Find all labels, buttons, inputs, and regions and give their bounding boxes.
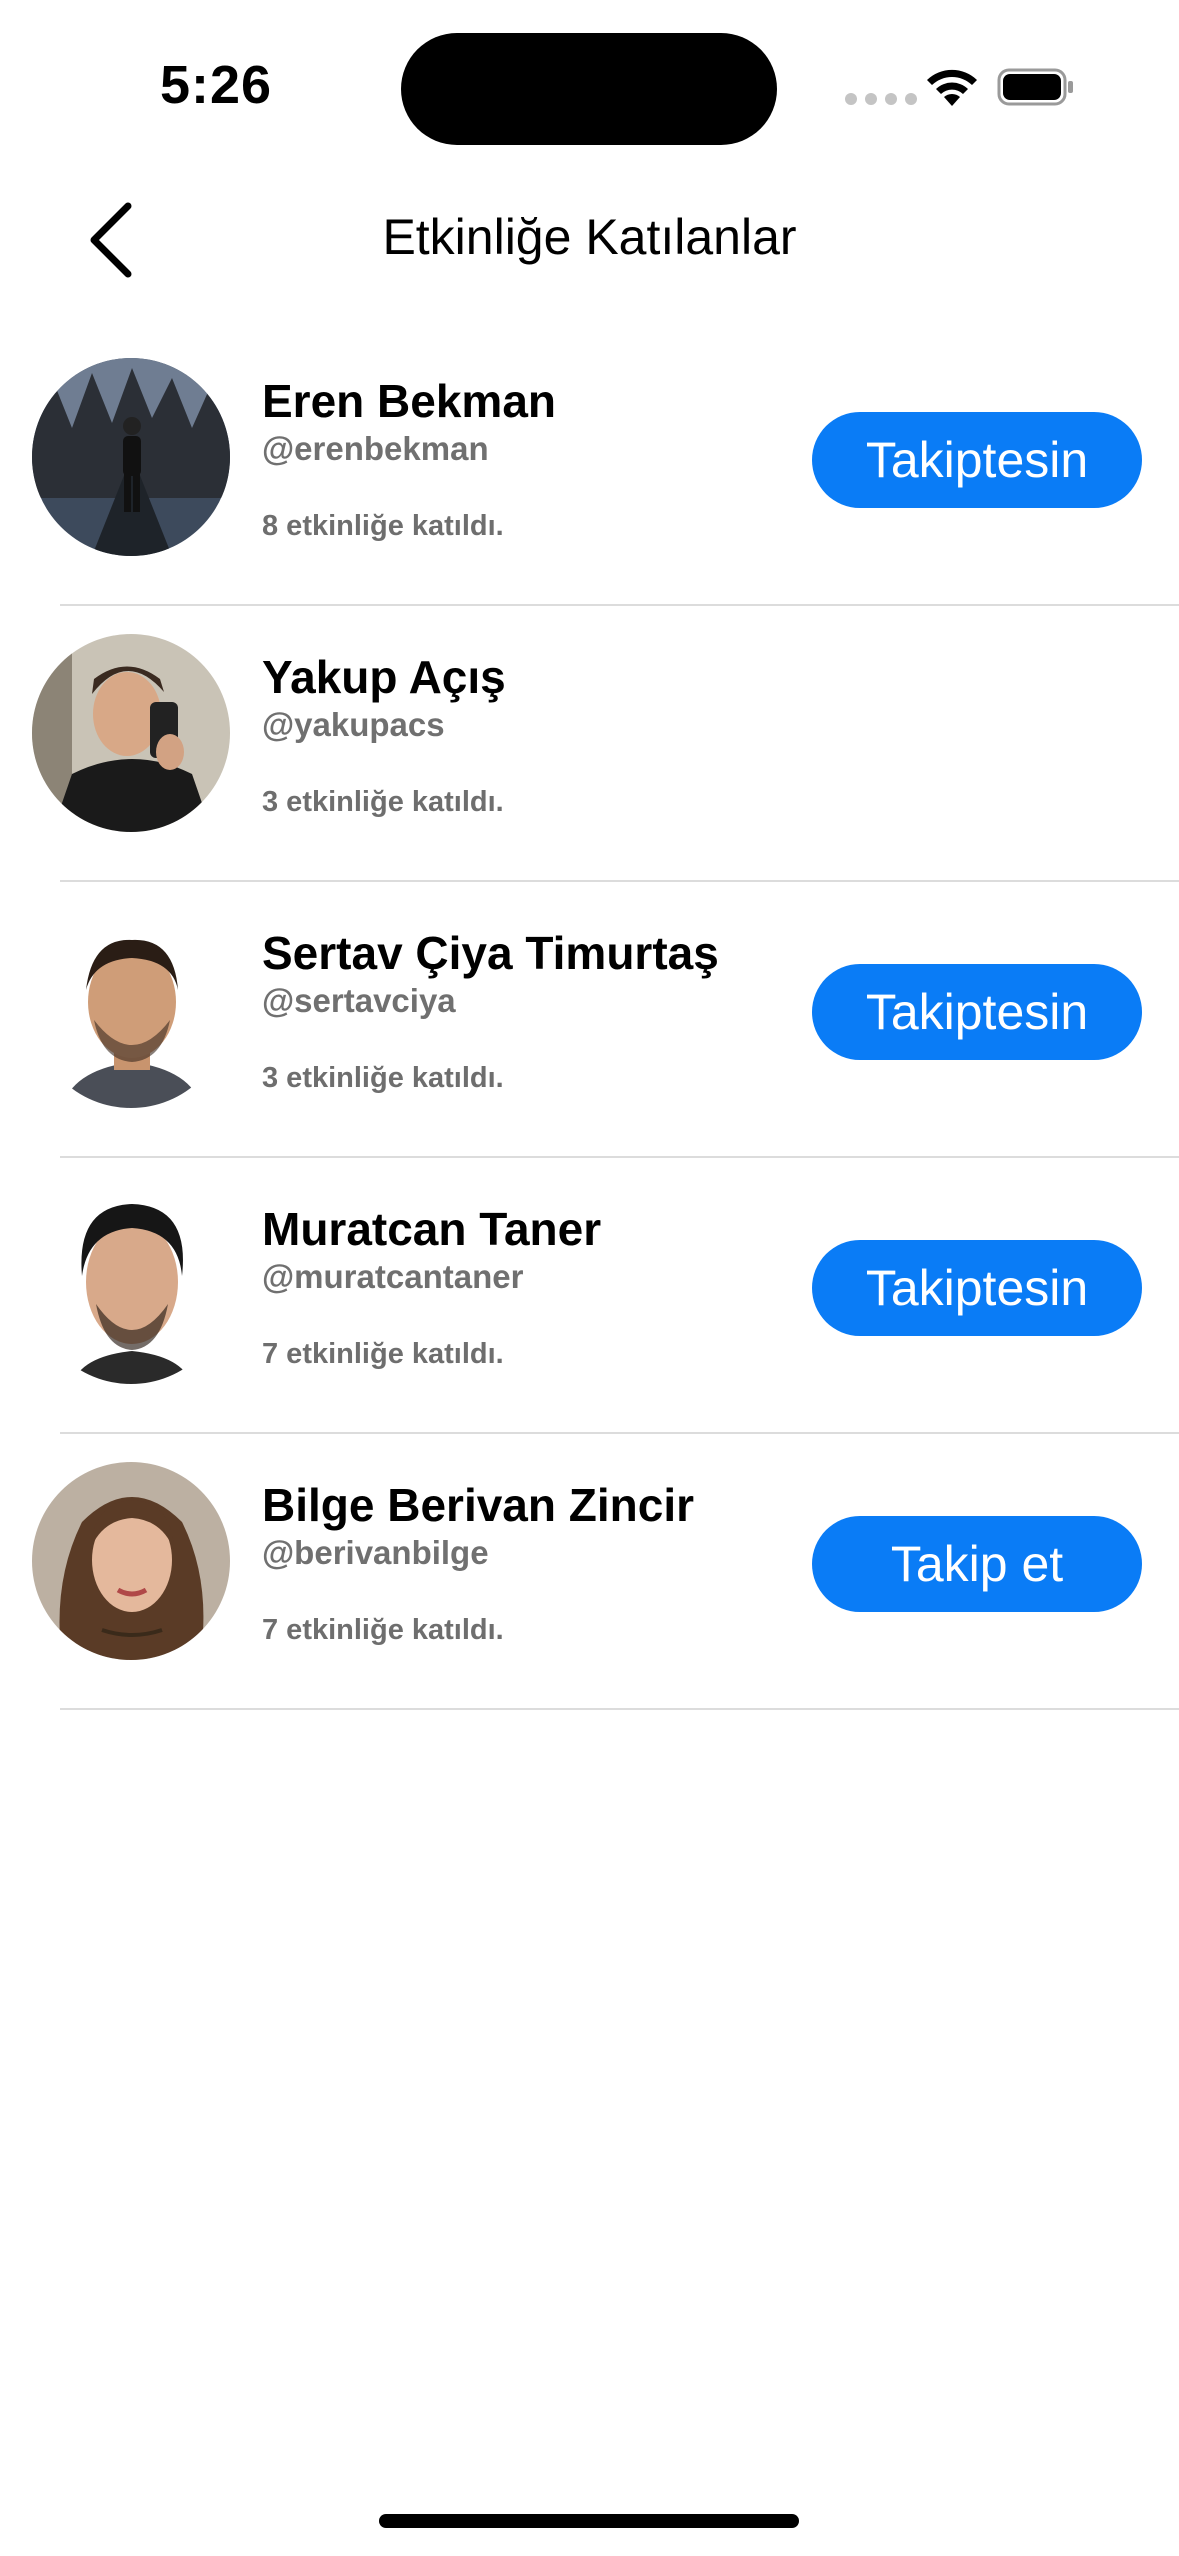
participant-name: Yakup Açış: [262, 651, 506, 703]
participant-handle: @erenbekman: [262, 430, 489, 467]
participant-event-count: 3 etkinliğe katıldı.: [262, 786, 504, 818]
list-item[interactable]: Yakup Açış @yakupacs 3 etkinliğe katıldı…: [0, 606, 1179, 882]
following-button[interactable]: Takiptesin: [812, 964, 1142, 1060]
participant-handle: @yakupacs: [262, 706, 445, 743]
avatar: [32, 634, 230, 832]
page-title: Etkinliğe Katılanlar: [382, 209, 797, 265]
participant-event-count: 7 etkinliğe katıldı.: [262, 1338, 504, 1370]
cellular-signal-icon: [845, 93, 917, 105]
navigation-bar: Etkinliğe Katılanlar: [0, 180, 1179, 300]
divider: [60, 1708, 1179, 1710]
participants-list: Eren Bekman @erenbekman 8 etkinliğe katı…: [0, 330, 1179, 1710]
battery-icon: [997, 68, 1073, 106]
avatar: [32, 1462, 230, 1660]
status-time: 5:26: [160, 55, 273, 115]
participant-name: Eren Bekman: [262, 375, 557, 427]
follow-button[interactable]: Takip et: [812, 1516, 1142, 1612]
participant-handle: @sertavciya: [262, 982, 456, 1019]
participant-event-count: 7 etkinliğe katıldı.: [262, 1614, 504, 1646]
participant-name: Muratcan Taner: [262, 1203, 602, 1255]
participant-name: Sertav Çiya Timurtaş: [262, 927, 719, 979]
avatar: [32, 910, 230, 1108]
avatar: [32, 358, 230, 556]
participant-event-count: 3 etkinliğe katıldı.: [262, 1062, 504, 1094]
following-button[interactable]: Takiptesin: [812, 412, 1142, 508]
avatar: [32, 1186, 230, 1384]
list-item[interactable]: Muratcan Taner @muratcantaner 7 etkinliğ…: [0, 1158, 1179, 1434]
participant-handle: @berivanbilge: [262, 1534, 489, 1571]
home-indicator[interactable]: [379, 2514, 799, 2528]
participant-event-count: 8 etkinliğe katıldı.: [262, 510, 504, 542]
participant-name: Bilge Berivan Zincir: [262, 1479, 695, 1531]
dynamic-island: [401, 33, 777, 145]
list-item[interactable]: Bilge Berivan Zincir @berivanbilge 7 etk…: [0, 1434, 1179, 1710]
list-item[interactable]: Eren Bekman @erenbekman 8 etkinliğe katı…: [0, 330, 1179, 606]
participant-handle: @muratcantaner: [262, 1258, 524, 1295]
status-bar: 5:26: [0, 0, 1179, 180]
list-item[interactable]: Sertav Çiya Timurtaş @sertavciya 3 etkin…: [0, 882, 1179, 1158]
following-button[interactable]: Takiptesin: [812, 1240, 1142, 1336]
wifi-icon: [927, 69, 977, 106]
